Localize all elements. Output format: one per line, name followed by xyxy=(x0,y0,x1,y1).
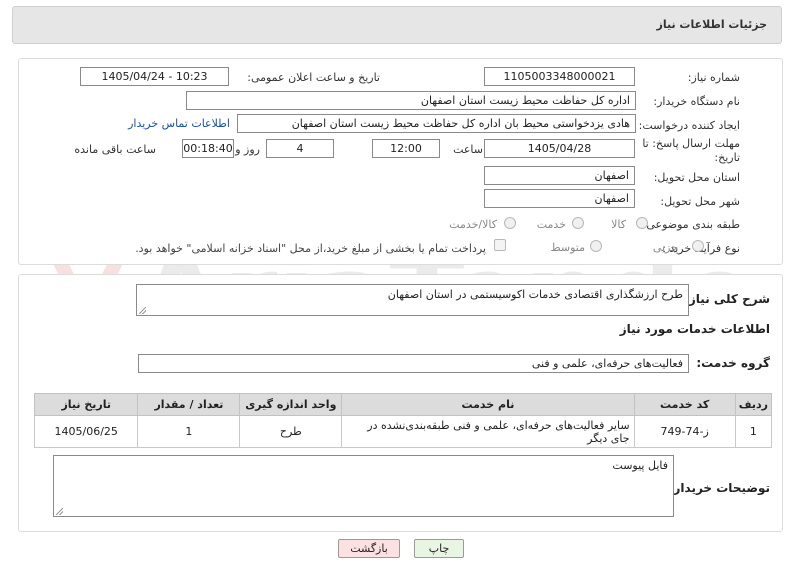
time-remaining-field[interactable]: 00:18:40 xyxy=(182,139,234,158)
services-title: اطلاعات خدمات مورد نیاز xyxy=(619,322,770,336)
category-goods-service-radio[interactable] xyxy=(504,217,516,229)
purchase-medium-radio[interactable] xyxy=(590,240,602,252)
buyer-notes-field[interactable]: فایل پیوست xyxy=(53,455,674,517)
summary-field[interactable]: طرح ارزشگذاری اقتصادی خدمات اکوسیستمی در… xyxy=(136,284,689,316)
announce-datetime-field[interactable]: 1405/04/24 - 10:23 xyxy=(80,67,229,86)
table-header-row: ردیف کد خدمت نام خدمت واحد اندازه گیری ت… xyxy=(33,393,773,416)
col-unit-header: واحد اندازه گیری xyxy=(239,393,343,416)
deadline-label: مهلت ارسال پاسخ: تا xyxy=(642,137,740,150)
buyer-org-label: نام دستگاه خریدار: xyxy=(653,95,740,108)
cell-row-number: 1 xyxy=(734,415,773,448)
cell-service-code: ز-74-749 xyxy=(633,415,736,448)
announce-datetime-label: تاریخ و ساعت اعلان عمومی: xyxy=(247,71,380,84)
buyer-notes-label: توضیحات خریدار: xyxy=(668,481,770,495)
need-number-field[interactable]: 1105003348000021 xyxy=(484,67,635,86)
col-code-header: کد خدمت xyxy=(633,393,736,416)
days-remaining-field[interactable]: 4 xyxy=(266,139,334,158)
cell-service-name: سایر فعالیت‌های حرفه‌ای، علمی و فنی طبقه… xyxy=(341,415,635,448)
purchase-minor-label: جزیی xyxy=(652,241,678,254)
days-label: روز و xyxy=(235,143,260,156)
service-group-label: گروه خدمت: xyxy=(696,356,770,370)
page-title: جزئیات اطلاعات نیاز xyxy=(656,18,768,31)
delivery-city-label: شهر محل تحویل: xyxy=(660,195,740,208)
cell-need-date: 1405/06/25 xyxy=(33,415,139,448)
buyer-notes-text: فایل پیوست xyxy=(612,459,668,472)
treasury-payment-checkbox[interactable] xyxy=(494,239,506,251)
category-service-radio[interactable] xyxy=(572,217,584,229)
resize-grip-icon[interactable] xyxy=(56,508,63,515)
header-bar: جزئیات اطلاعات نیاز xyxy=(12,6,782,44)
delivery-province-label: استان محل تحویل: xyxy=(653,171,740,184)
summary-text: طرح ارزشگذاری اقتصادی خدمات اکوسیستمی در… xyxy=(387,288,683,301)
purchase-medium-label: متوسط xyxy=(550,241,585,254)
category-goods-label: کالا xyxy=(611,218,626,231)
col-name-header: نام خدمت xyxy=(341,393,635,416)
resize-grip-icon[interactable] xyxy=(139,307,146,314)
category-goods-service-label: کالا/خدمت xyxy=(449,218,497,231)
requester-label: ایجاد کننده درخواست: xyxy=(638,119,740,132)
purchase-minor-radio[interactable] xyxy=(692,240,704,252)
cell-quantity: 1 xyxy=(137,415,241,448)
col-row-header: ردیف xyxy=(734,393,773,416)
need-number-label: شماره نیاز: xyxy=(687,71,740,84)
deadline-time-label: ساعت xyxy=(453,143,483,156)
service-group-field[interactable]: فعالیت‌های حرفه‌ای، علمی و فنی xyxy=(138,354,689,373)
deadline-date-field[interactable]: 1405/04/28 xyxy=(484,139,635,158)
buyer-org-field[interactable]: اداره کل حفاظت محیط زیست استان اصفهان xyxy=(186,91,636,110)
time-remaining-label: ساعت باقی مانده xyxy=(74,143,156,156)
delivery-city-field[interactable]: اصفهان xyxy=(484,189,635,208)
print-button[interactable]: چاپ xyxy=(414,539,464,558)
treasury-payment-note: پرداخت تمام یا بخشی از مبلغ خرید،از محل … xyxy=(135,242,486,255)
category-service-label: خدمت xyxy=(536,218,566,231)
summary-label: شرح کلی نیاز: xyxy=(684,292,770,306)
col-qty-header: تعداد / مقدار xyxy=(137,393,241,416)
table-row[interactable]: 1 ز-74-749 سایر فعالیت‌های حرفه‌ای، علمی… xyxy=(33,415,773,448)
category-label: طبقه بندی موضوعی: xyxy=(642,218,740,231)
cell-unit: طرح xyxy=(239,415,343,448)
deadline-label-date: تاریخ: xyxy=(714,151,740,164)
back-button[interactable]: بازگشت xyxy=(338,539,400,558)
services-table: ردیف کد خدمت نام خدمت واحد اندازه گیری ت… xyxy=(33,393,773,448)
delivery-province-field[interactable]: اصفهان xyxy=(484,166,635,185)
deadline-time-field[interactable]: 12:00 xyxy=(372,139,440,158)
buyer-contact-link[interactable]: اطلاعات تماس خریدار xyxy=(128,117,230,130)
category-goods-radio[interactable] xyxy=(636,217,648,229)
requester-field[interactable]: هادی یزدخواستی محیط بان اداره کل حفاظت م… xyxy=(237,114,636,133)
col-date-header: تاریخ نیاز xyxy=(33,393,139,416)
need-info-section xyxy=(18,58,783,265)
